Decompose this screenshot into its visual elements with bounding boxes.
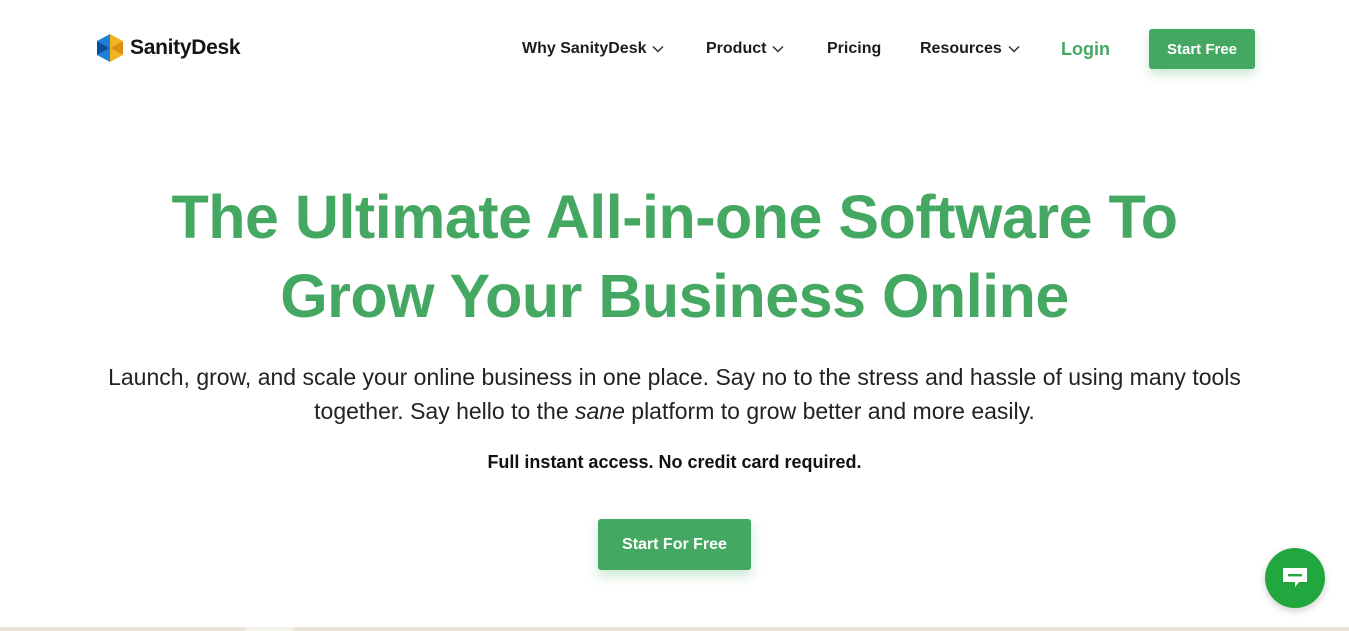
nav-item-label: Resources xyxy=(920,40,1002,57)
nav-item-label: Product xyxy=(706,40,767,57)
hero-title: The Ultimate All-in-one Software To Grow… xyxy=(0,178,1349,336)
nav-item-pricing[interactable]: Pricing xyxy=(827,29,881,69)
nav-item-label: Why SanityDesk xyxy=(522,40,647,57)
start-free-button[interactable]: Start Free xyxy=(1149,29,1255,69)
main-nav: Why SanityDesk Product Pricing Resources… xyxy=(0,29,1349,69)
nav-item-product[interactable]: Product xyxy=(706,29,784,69)
site-header: SanityDesk Why SanityDesk Product Pricin… xyxy=(0,0,1349,97)
hero-title-line-2: Grow Your Business Online xyxy=(280,262,1069,330)
chevron-down-icon xyxy=(652,45,665,53)
start-for-free-button[interactable]: Start For Free xyxy=(598,519,751,570)
nav-item-why-sanitydesk[interactable]: Why SanityDesk xyxy=(522,29,665,69)
nav-item-label: Pricing xyxy=(827,40,882,57)
no-credit-card-note: Full instant access. No credit card requ… xyxy=(487,452,862,472)
chat-bubble-icon xyxy=(1283,568,1307,587)
next-section-edge xyxy=(0,627,1349,631)
chevron-down-icon xyxy=(772,45,784,53)
hero-title-line-1: The Ultimate All-in-one Software To xyxy=(171,183,1178,251)
nav-item-resources[interactable]: Resources xyxy=(920,29,1020,69)
hero-subtitle: Launch, grow, and scale your online busi… xyxy=(70,360,1279,428)
next-section-edge-segment xyxy=(245,627,293,631)
hero-subtitle-part-2: platform to grow better and more easily. xyxy=(624,398,1035,424)
chevron-down-icon xyxy=(1008,45,1020,53)
hero-subtitle-emphasis: sane xyxy=(575,398,625,424)
chat-widget-button[interactable] xyxy=(1265,548,1325,608)
login-link[interactable]: Login xyxy=(1061,29,1110,69)
